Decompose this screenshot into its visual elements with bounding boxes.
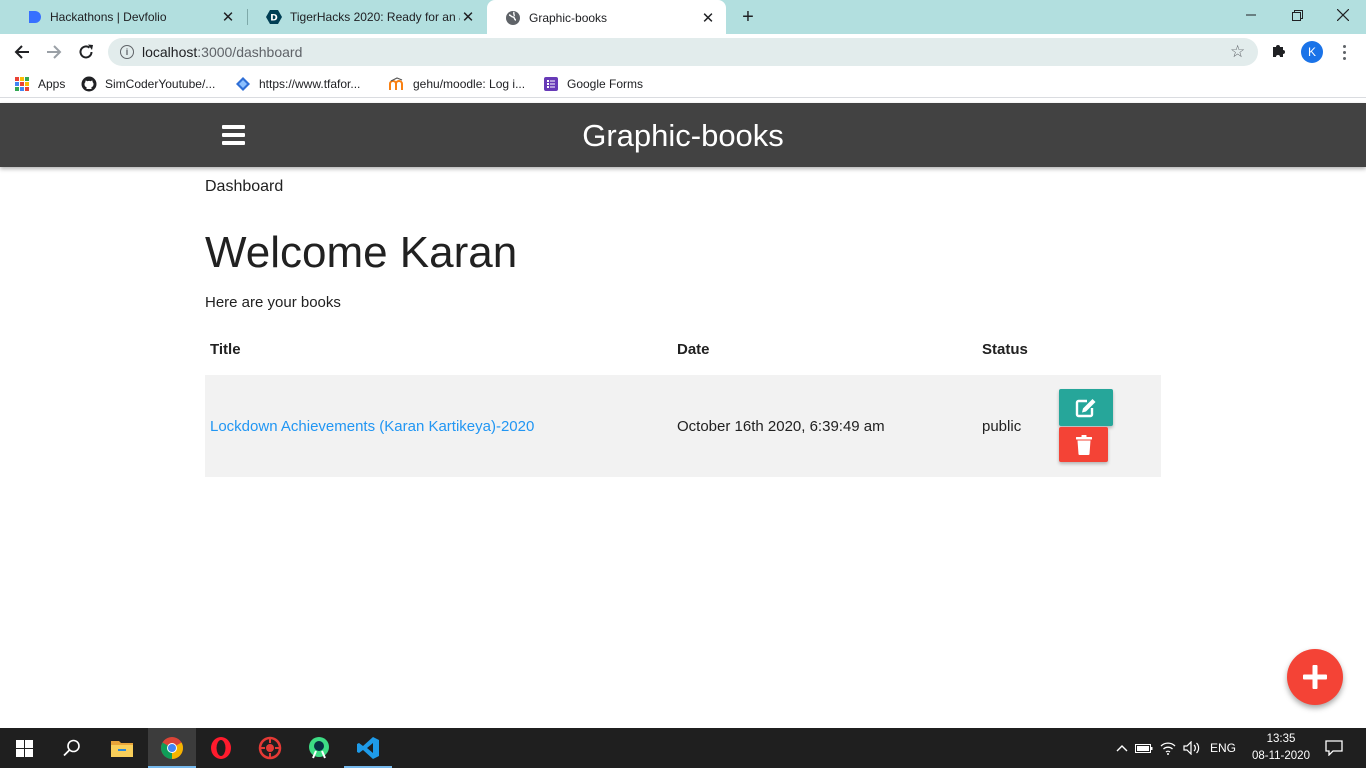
bookmark-star-icon[interactable]: ☆ [1230, 42, 1245, 62]
globe-icon [505, 10, 521, 26]
column-header-date: Date [677, 341, 710, 358]
arrow-right-icon [47, 45, 62, 59]
breadcrumb: Dashboard [205, 178, 284, 195]
bookmark-label: gehu/moodle: Log i... [413, 77, 526, 91]
clock-time: 13:35 [1266, 733, 1296, 745]
column-header-title: Title [210, 341, 241, 358]
address-host: localhost [142, 44, 198, 60]
battery-icon[interactable] [1132, 742, 1156, 754]
site-info-icon[interactable]: i [120, 45, 134, 59]
bookmark-moodle[interactable]: gehu/moodle: Log i... [389, 75, 525, 93]
android-studio-icon[interactable] [295, 728, 343, 768]
taskbar-clock[interactable]: 13:35 08-11-2020 [1244, 731, 1318, 765]
minimize-button[interactable] [1228, 0, 1274, 30]
plus-icon [1303, 665, 1327, 689]
bookmark-google-forms[interactable]: Google Forms [543, 75, 643, 93]
apps-grid-icon [14, 76, 30, 92]
tab-graphic-books[interactable]: Graphic-books ✕ [487, 0, 726, 36]
opera-icon[interactable] [197, 728, 245, 768]
tab-tigerhacks[interactable]: D TigerHacks 2020: Ready for an ad ✕ [248, 0, 486, 34]
tab-devfolio[interactable]: Hackathons | Devfolio ✕ [8, 0, 246, 34]
github-icon [81, 76, 97, 92]
devfolio-icon [26, 9, 42, 25]
forward-button[interactable] [40, 38, 68, 66]
clock-date: 08-11-2020 [1252, 750, 1310, 762]
close-tab-icon[interactable]: ✕ [700, 10, 716, 27]
add-book-button[interactable] [1287, 649, 1343, 705]
bookmark-tfafor[interactable]: https://www.tfafor... [235, 75, 360, 93]
extensions-puzzle-icon[interactable] [1270, 42, 1290, 62]
tab-title: Graphic-books [529, 11, 608, 25]
reload-icon [79, 44, 93, 59]
page-subtitle: Here are your books [205, 294, 341, 311]
language-indicator[interactable]: ENG [1210, 741, 1236, 755]
diamond-icon [235, 76, 251, 92]
browser-menu-icon[interactable] [1336, 41, 1352, 63]
close-tab-icon[interactable]: ✕ [220, 9, 236, 26]
windows-start-icon[interactable] [0, 728, 48, 768]
tab-title: TigerHacks 2020: Ready for an ad [290, 10, 460, 24]
bookmarks-bar: Apps SimCoderYoutube/... https://www.tfa… [0, 70, 1366, 98]
app-icon[interactable] [246, 728, 294, 768]
bookmark-simcoder[interactable]: SimCoderYoutube/... [81, 75, 215, 93]
volume-icon[interactable] [1180, 741, 1204, 755]
restore-button[interactable] [1274, 0, 1320, 30]
column-header-status: Status [982, 341, 1028, 358]
file-explorer-icon[interactable] [98, 728, 146, 768]
delete-button[interactable] [1059, 427, 1108, 462]
bookmark-apps[interactable]: Apps [14, 75, 65, 93]
book-date: October 16th 2020, 6:39:49 am [677, 418, 885, 435]
tab-strip: Hackathons | Devfolio ✕ D TigerHacks 202… [0, 0, 1366, 36]
notifications-icon[interactable] [1314, 728, 1354, 768]
close-tab-icon[interactable]: ✕ [460, 9, 476, 26]
close-window-button[interactable] [1320, 0, 1366, 30]
app-navbar: Graphic-books [0, 103, 1366, 167]
search-icon[interactable] [48, 728, 96, 768]
bookmark-label: https://www.tfafor... [259, 77, 361, 91]
bookmark-label: Google Forms [567, 77, 644, 91]
book-status: public [982, 418, 1022, 435]
trash-icon [1075, 434, 1092, 455]
address-path: :3000/dashboard [197, 44, 303, 60]
vscode-icon[interactable] [344, 728, 392, 768]
wifi-icon[interactable] [1156, 741, 1180, 755]
moodle-icon [389, 76, 405, 92]
profile-avatar[interactable]: K [1301, 41, 1323, 63]
arrow-left-icon [14, 45, 29, 59]
page-title: Welcome Karan [205, 228, 518, 277]
edit-button[interactable] [1059, 389, 1113, 426]
windows-taskbar: ENG 13:35 08-11-2020 [0, 728, 1366, 768]
back-button[interactable] [8, 38, 36, 66]
brand-logo[interactable]: Graphic-books [0, 118, 1366, 154]
devpost-icon: D [266, 9, 282, 25]
edit-icon [1075, 398, 1096, 417]
bookmark-label: SimCoderYoutube/... [105, 77, 216, 91]
book-title-link[interactable]: Lockdown Achievements (Karan Kartikeya)-… [210, 418, 534, 435]
new-tab-button[interactable]: + [736, 5, 760, 29]
svg-text:D: D [270, 14, 277, 24]
forms-icon [543, 76, 559, 92]
tab-title: Hackathons | Devfolio [50, 10, 167, 24]
bookmark-label: Apps [38, 77, 66, 91]
system-tray: ENG [1114, 728, 1236, 768]
chevron-up-icon[interactable] [1114, 744, 1130, 752]
reload-button[interactable] [72, 38, 100, 66]
address-bar[interactable]: i localhost:3000/dashboard [108, 38, 1258, 66]
chrome-icon[interactable] [148, 728, 196, 768]
